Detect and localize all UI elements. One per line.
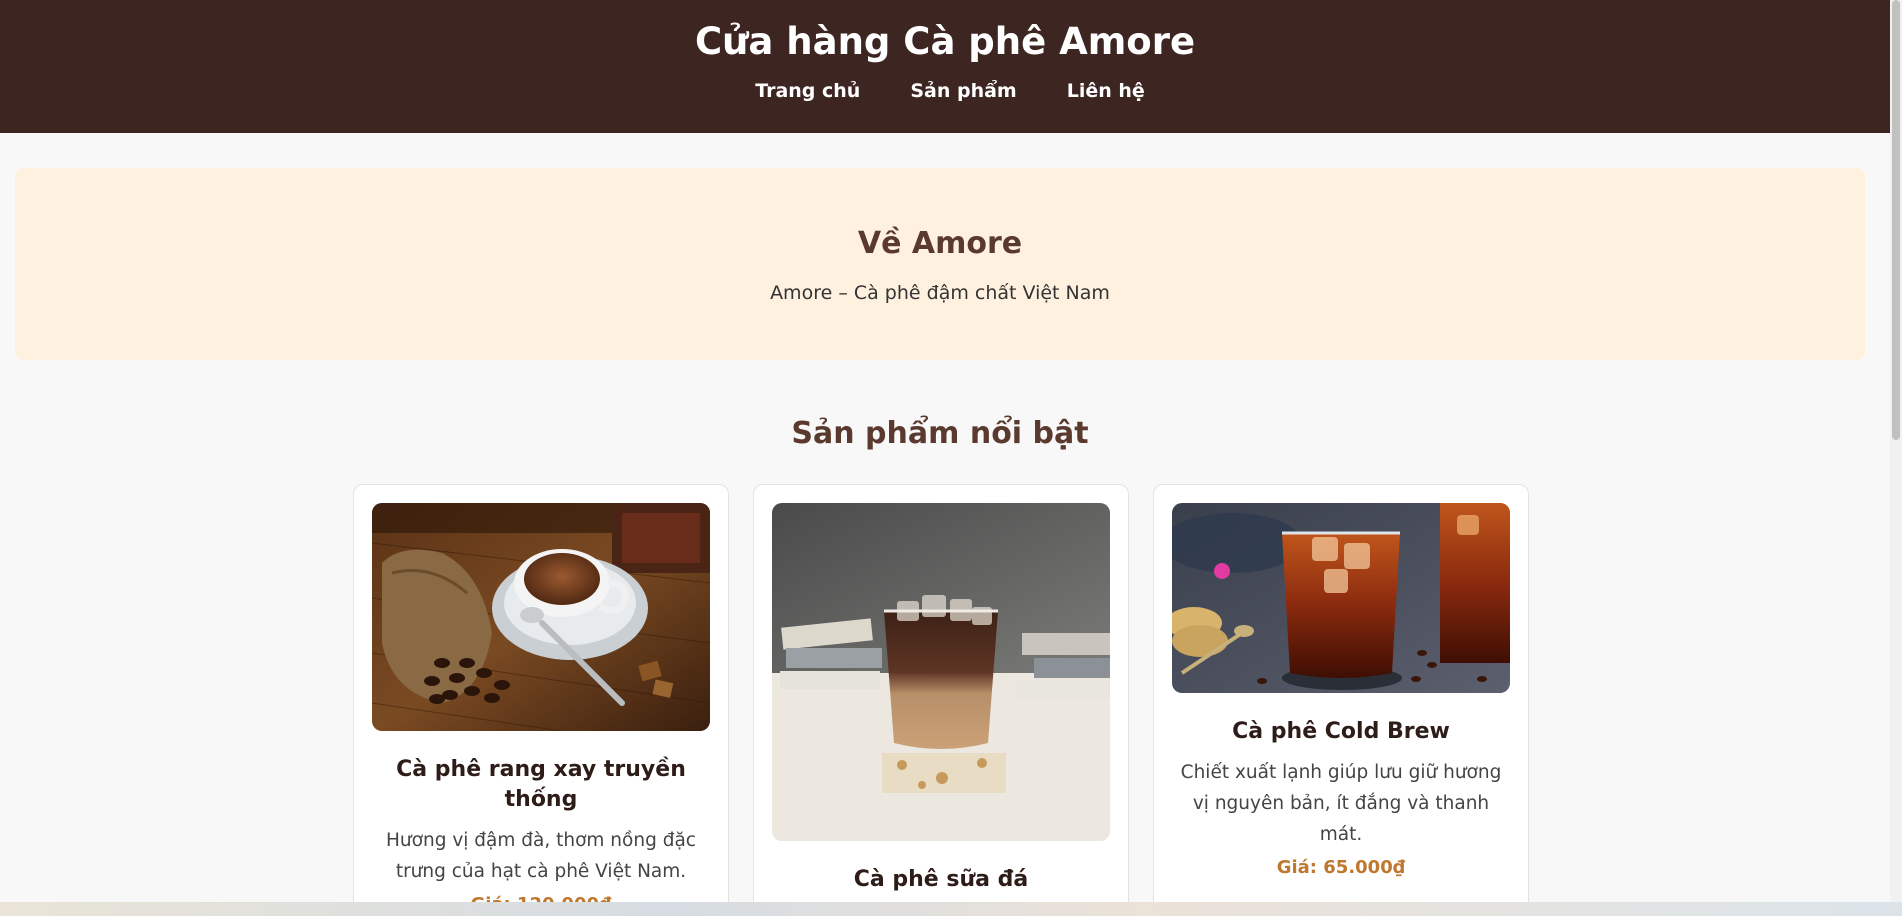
product-price: Giá: 65.000₫ xyxy=(1276,857,1406,878)
product-description: Chiết xuất lạnh giúp lưu giữ hương vị ng… xyxy=(1180,762,1502,845)
product-name: Cà phê sữa đá xyxy=(853,867,1029,892)
product-price: Giá: 120.000₫ xyxy=(372,891,710,902)
nav-link-home[interactable]: Trang chủ xyxy=(755,78,860,104)
about-section: Về Amore Amore – Cà phê đậm chất Việt Na… xyxy=(15,168,1865,360)
site-header: Cửa hàng Cà phê Amore Trang chủ Sản phẩm… xyxy=(0,0,1890,133)
iced-milk-coffee-photo xyxy=(772,503,1110,841)
scrollbar-thumb[interactable] xyxy=(1892,0,1900,440)
product-photo-traditional-coffee xyxy=(372,503,710,731)
about-title: Về Amore xyxy=(857,226,1023,261)
product-card[interactable]: Cà phê Cold Brew Chiết xuất lạnh giúp lư… xyxy=(1153,484,1529,902)
product-photo-cold-brew xyxy=(1172,503,1510,693)
site-title: Cửa hàng Cà phê Amore xyxy=(694,20,1196,63)
product-card[interactable]: Cà phê rang xay truyền thống Hương vị đậ… xyxy=(353,484,729,902)
cold-brew-photo xyxy=(1172,503,1510,693)
desktop-taskbar-edge xyxy=(0,902,1902,916)
about-text: Amore – Cà phê đậm chất Việt Nam xyxy=(770,282,1110,304)
product-description: Hương vị đậm đà, thơm nồng đặc trưng của… xyxy=(386,830,696,882)
product-photo-iced-milk-coffee xyxy=(772,503,1110,841)
nav-link-products[interactable]: Sản phẩm xyxy=(910,78,1016,104)
vertical-scrollbar[interactable] xyxy=(1890,0,1902,902)
featured-products-title: Sản phẩm nổi bật xyxy=(791,416,1089,451)
product-grid: Cà phê rang xay truyền thống Hương vị đậ… xyxy=(353,484,1529,902)
nav-link-contact[interactable]: Liên hệ xyxy=(1067,78,1145,104)
product-name: Cà phê Cold Brew xyxy=(1232,719,1450,744)
product-card[interactable]: Cà phê sữa đá xyxy=(753,484,1129,902)
traditional-coffee-photo xyxy=(372,503,710,731)
page-viewport: Cửa hàng Cà phê Amore Trang chủ Sản phẩm… xyxy=(0,0,1890,902)
main-nav: Trang chủ Sản phẩm Liên hệ xyxy=(0,78,1890,104)
product-name: Cà phê rang xay truyền thống xyxy=(396,757,686,812)
